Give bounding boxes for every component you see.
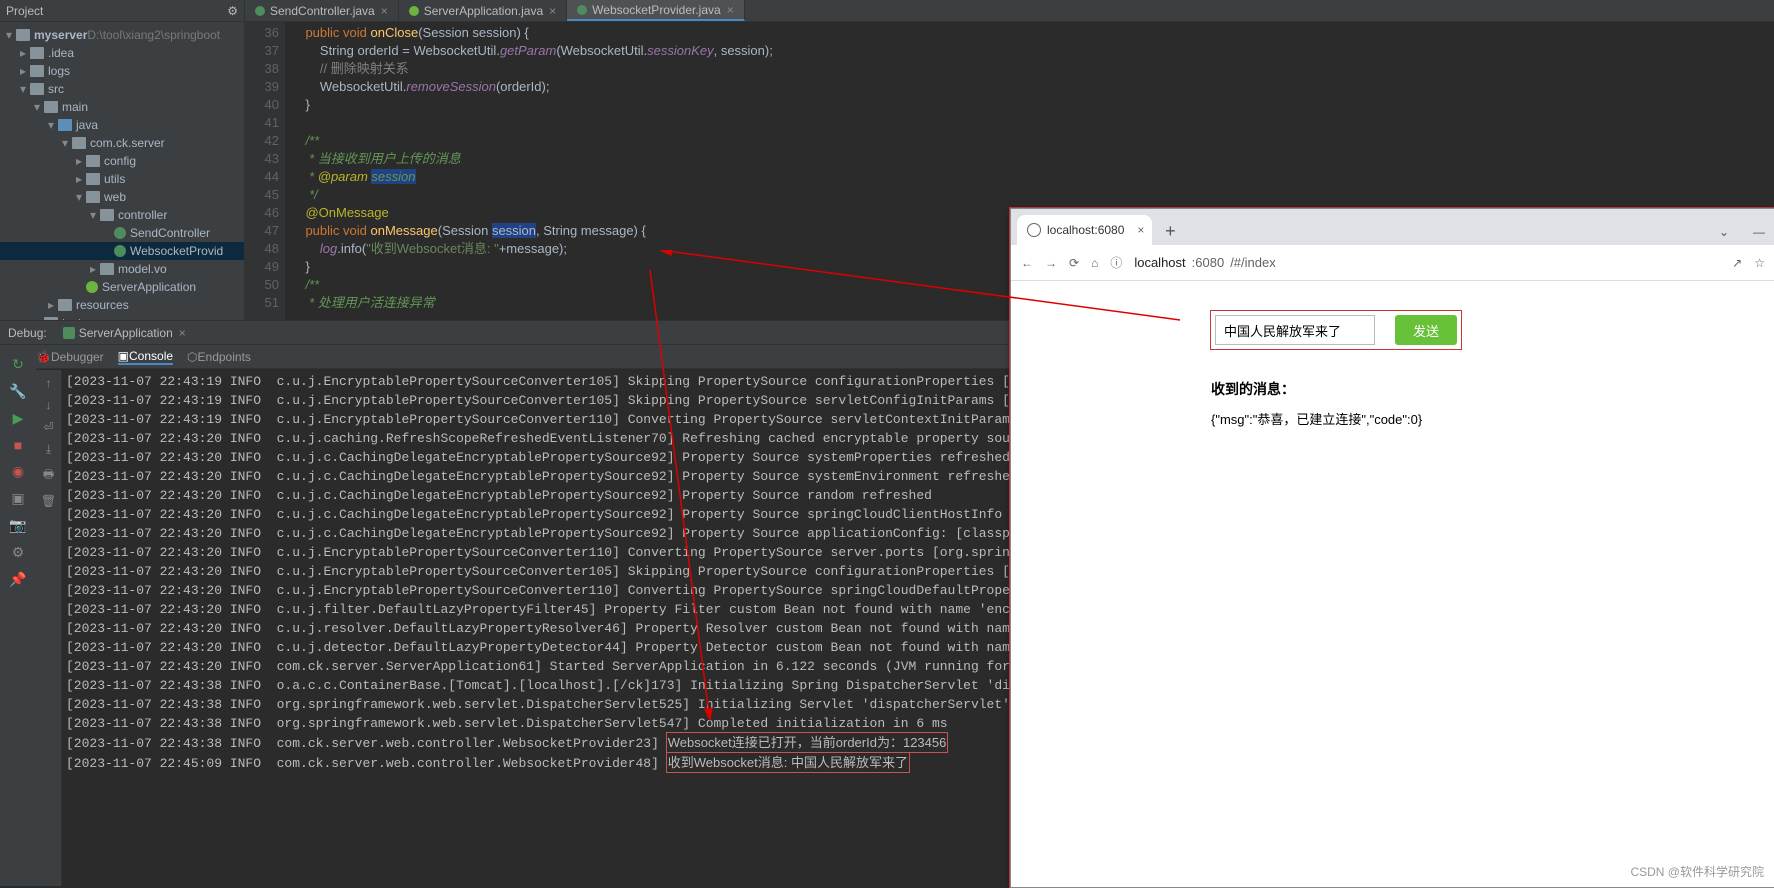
tree-item[interactable]: ▸model.vo [0, 260, 244, 278]
pin-icon[interactable]: 📌 [9, 571, 26, 588]
home-icon[interactable]: ⌂ [1091, 256, 1098, 270]
up-icon[interactable]: ↑ [46, 376, 52, 390]
tree-item[interactable]: ▸resources [0, 296, 244, 314]
project-label: Project [6, 4, 43, 18]
reload-icon[interactable]: ⟳ [1069, 256, 1079, 270]
close-icon[interactable]: × [1137, 223, 1144, 237]
run-config-tab[interactable]: ServerApplication× [55, 324, 194, 342]
tree-item[interactable]: WebsocketProvid [0, 242, 244, 260]
code-content[interactable]: public void onClose(Session session) { S… [285, 22, 1005, 322]
scroll-icon[interactable]: ⤓ [46, 442, 51, 457]
minimize-icon[interactable]: — [1743, 219, 1774, 245]
editor-tab[interactable]: SendController.java× [245, 0, 399, 21]
tree-root[interactable]: ▾myserver D:\tool\xiang2\springboot [0, 26, 244, 44]
message-form: 发送 [1211, 311, 1461, 349]
tree-item[interactable]: ▾src [0, 80, 244, 98]
address-bar[interactable]: localhost:6080/#/index [1134, 255, 1720, 270]
tab-endpoints[interactable]: ⬡ Endpoints [187, 350, 251, 364]
tree-item[interactable]: ▾controller [0, 206, 244, 224]
tree-item[interactable]: ▸config [0, 152, 244, 170]
received-title: 收到的消息： [1211, 379, 1774, 399]
info-icon: ⓘ [1110, 254, 1122, 271]
tab-console[interactable]: ▣ Console [118, 349, 173, 365]
browser-tab-strip[interactable]: localhost:6080 × + ⌄ — [1011, 209, 1774, 245]
down-icon[interactable]: ↓ [46, 398, 52, 412]
spring-icon [63, 327, 75, 339]
tree-item[interactable]: SendController [0, 224, 244, 242]
received-message: {"msg":"恭喜，已建立连接","code":0} [1211, 409, 1774, 428]
print-icon[interactable]: 🖶 [43, 465, 54, 486]
code-editor[interactable]: 36373839404142434445464748495051 public … [245, 22, 1005, 322]
editor-tabs[interactable]: SendController.java×ServerApplication.ja… [245, 0, 1774, 22]
browser-window[interactable]: localhost:6080 × + ⌄ — ← → ⟳ ⌂ ⓘ localho… [1010, 208, 1774, 888]
browser-toolbar[interactable]: ← → ⟳ ⌂ ⓘ localhost:6080/#/index ↗ ☆ [1011, 245, 1774, 281]
project-tool-window[interactable]: Project ⚙ ▾myserver D:\tool\xiang2\sprin… [0, 0, 245, 320]
camera-icon[interactable]: 📷 [9, 517, 26, 534]
clear-icon[interactable]: 🗑 [41, 494, 56, 508]
project-header[interactable]: Project ⚙ [0, 0, 244, 22]
tree-item[interactable]: ▾com.ck.server [0, 134, 244, 152]
stop-icon[interactable]: ■ [14, 437, 22, 453]
wrap-icon[interactable]: ⏎ [43, 420, 53, 434]
tree-item[interactable]: ▸utils [0, 170, 244, 188]
layout-icon[interactable]: ▣ [11, 490, 24, 507]
settings-icon[interactable]: ⚙ [12, 544, 25, 561]
console-side-toolbar[interactable]: ↑ ↓ ⏎ ⤓ 🖶 🗑 [36, 370, 62, 886]
tree-item[interactable]: ▾main [0, 98, 244, 116]
tab-debugger[interactable]: 🐞 Debugger [36, 350, 104, 364]
debug-side-toolbar[interactable]: ↻ 🔧 ▶ ■ ◉ ▣ 📷 ⚙ 📌 [0, 348, 36, 886]
line-numbers: 36373839404142434445464748495051 [245, 22, 285, 322]
message-input[interactable] [1215, 315, 1375, 345]
forward-icon[interactable]: → [1045, 256, 1057, 270]
project-tree[interactable]: ▾myserver D:\tool\xiang2\springboot▸.ide… [0, 22, 244, 336]
tree-item[interactable]: ▸.idea [0, 44, 244, 62]
gear-icon[interactable]: ⚙ [227, 4, 238, 18]
browser-tab[interactable]: localhost:6080 × [1017, 215, 1152, 245]
back-icon[interactable]: ← [1021, 256, 1033, 270]
editor-tab[interactable]: WebsocketProvider.java× [567, 0, 745, 21]
breakpoints-icon[interactable]: ◉ [12, 463, 24, 480]
watermark: CSDN @软件科学研究院 [1630, 863, 1764, 880]
globe-icon [1027, 223, 1041, 237]
debug-label: Debug: [8, 326, 47, 340]
tree-item[interactable]: ▾web [0, 188, 244, 206]
share-icon[interactable]: ↗ [1732, 256, 1742, 270]
chevron-down-icon[interactable]: ⌄ [1709, 219, 1739, 245]
send-button[interactable]: 发送 [1395, 315, 1457, 345]
resume-icon[interactable]: ▶ [13, 410, 24, 427]
star-icon[interactable]: ☆ [1754, 256, 1765, 270]
tool-icon[interactable]: 🔧 [9, 383, 26, 400]
editor-tab[interactable]: ServerApplication.java× [399, 0, 567, 21]
rerun-icon[interactable]: ↻ [12, 356, 24, 373]
tree-item[interactable]: ▸logs [0, 62, 244, 80]
tree-item[interactable]: ServerApplication [0, 278, 244, 296]
tree-item[interactable]: ▾java [0, 116, 244, 134]
browser-viewport[interactable]: 发送 收到的消息： {"msg":"恭喜，已建立连接","code":0} [1011, 281, 1774, 887]
new-tab-button[interactable]: + [1156, 217, 1184, 245]
